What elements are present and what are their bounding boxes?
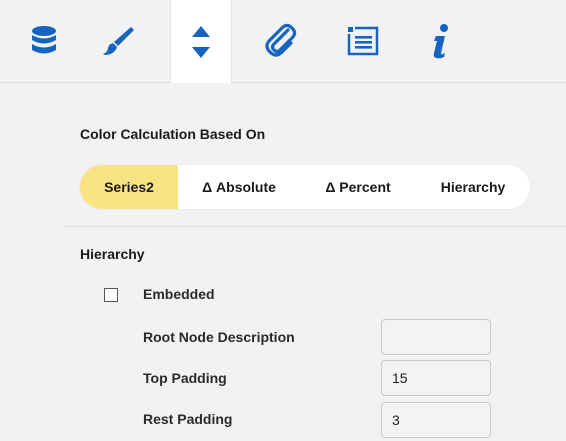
color-calc-title: Color Calculation Based On [80, 126, 266, 142]
rest-padding-input[interactable] [381, 402, 491, 438]
database-icon [32, 26, 56, 54]
embedded-label: Embedded [143, 286, 215, 302]
rest-padding-label: Rest Padding [143, 411, 233, 427]
root-node-description-input[interactable] [381, 319, 491, 355]
option-delta-absolute[interactable]: Δ Absolute [178, 165, 300, 209]
color-calc-segmented-control: Series2 Δ Absolute Δ Percent Hierarchy [80, 165, 530, 209]
tab-attachments[interactable] [252, 0, 310, 82]
list-icon [347, 26, 379, 56]
tab-info[interactable] [412, 0, 470, 82]
tab-style[interactable] [90, 0, 146, 82]
option-delta-percent[interactable]: Δ Percent [300, 165, 416, 209]
tab-list[interactable] [334, 0, 392, 82]
toolbar [0, 0, 566, 83]
tab-data[interactable] [18, 0, 70, 82]
root-node-description-label: Root Node Description [143, 329, 295, 345]
section-divider [62, 226, 566, 227]
brush-icon [103, 27, 134, 55]
top-padding-input[interactable] [381, 360, 491, 396]
option-series2[interactable]: Series2 [80, 165, 178, 209]
paperclip-icon [265, 23, 297, 57]
info-icon [433, 24, 448, 59]
tab-sort[interactable] [170, 0, 232, 83]
sort-arrows-icon [192, 25, 210, 58]
option-hierarchy[interactable]: Hierarchy [416, 165, 530, 209]
embedded-checkbox[interactable] [104, 288, 118, 302]
top-padding-label: Top Padding [143, 370, 227, 386]
hierarchy-title: Hierarchy [80, 246, 145, 262]
